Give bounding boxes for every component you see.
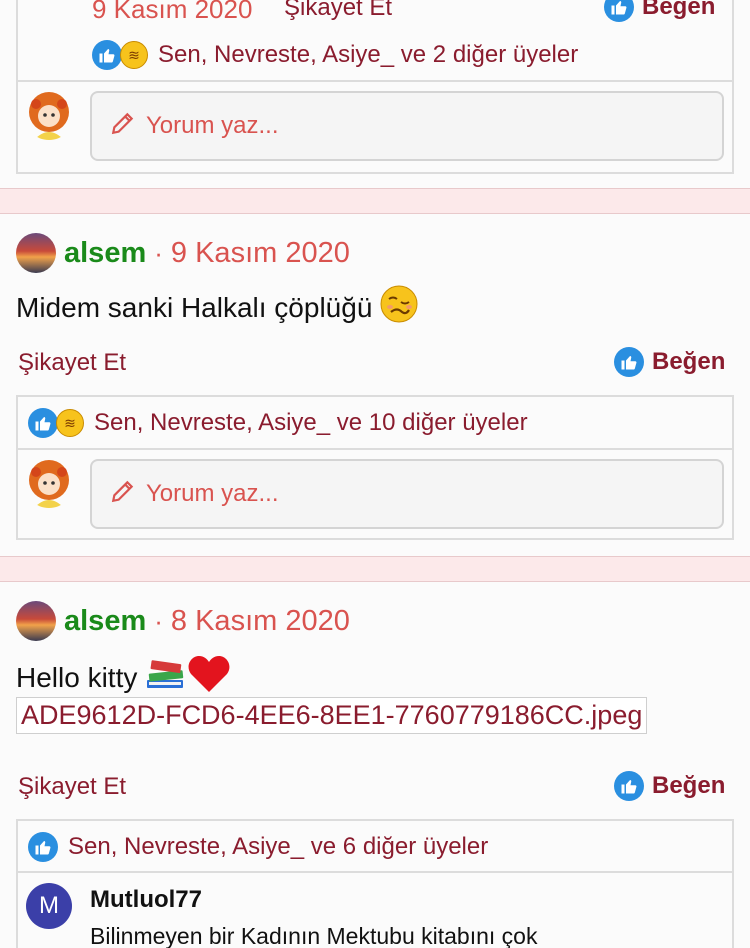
comment-placeholder: Yorum yaz... <box>146 480 279 507</box>
likers-text: Sen, Nevreste, Asiye_ ve 2 diğer üyeler <box>158 41 579 68</box>
author-name[interactable]: alsem <box>64 237 146 270</box>
post-body: Midem sanki Halkalı çöplüğü <box>16 285 418 330</box>
like-label: Beğen <box>652 348 726 375</box>
laughing-face-icon: ≋ <box>120 41 148 69</box>
thumbs-up-icon <box>92 40 122 70</box>
author-avatar[interactable] <box>16 233 56 273</box>
current-user-avatar <box>24 458 74 508</box>
likers-divider <box>18 448 732 450</box>
post-text: Hello kitty <box>16 661 138 693</box>
current-user-avatar <box>24 90 74 140</box>
post-separator <box>0 188 750 214</box>
commenter-avatar[interactable]: M <box>26 883 72 929</box>
post-date[interactable]: 8 Kasım 2020 <box>171 605 350 638</box>
post-separator <box>0 556 750 582</box>
like-label: Beğen <box>642 0 716 20</box>
woozy-face-icon <box>380 285 418 330</box>
post-date: 9 Kasım 2020 <box>92 0 253 24</box>
post-header: alsem · 9 Kasım 2020 <box>16 233 350 273</box>
thumbs-up-icon <box>604 0 634 22</box>
thumbs-up-icon <box>28 408 58 438</box>
post-text: Midem sanki Halkalı çöplüğü <box>16 291 373 323</box>
like-button[interactable]: Beğen <box>614 771 725 801</box>
likers-divider <box>18 80 732 82</box>
comment-input[interactable]: Yorum yaz... <box>90 459 724 529</box>
thumbs-up-icon <box>614 771 644 801</box>
post-date[interactable]: 9 Kasım 2020 <box>171 237 350 270</box>
commenter-name[interactable]: Mutluol77 <box>90 886 202 914</box>
likers-row[interactable]: ≋ Sen, Nevreste, Asiye_ ve 10 diğer üyel… <box>28 408 528 438</box>
pencil-icon <box>110 110 136 143</box>
likers-text: Sen, Nevreste, Asiye_ ve 6 diğer üyeler <box>68 833 489 860</box>
dot-separator: · <box>154 605 163 636</box>
comment-input[interactable]: Yorum yaz... <box>90 91 724 161</box>
thumbs-up-icon <box>614 347 644 377</box>
thumbs-up-icon <box>28 832 58 862</box>
attachment-link[interactable]: ADE9612D-FCD6-4EE6-8EE1-7760779186CC.jpe… <box>16 697 648 734</box>
heart-icon <box>187 654 231 701</box>
books-icon <box>145 654 187 701</box>
laughing-face-icon: ≋ <box>56 409 84 437</box>
report-button[interactable]: Şikayet Et <box>284 0 392 22</box>
likers-text: Sen, Nevreste, Asiye_ ve 10 diğer üyeler <box>94 409 528 436</box>
dot-separator: · <box>154 237 163 268</box>
report-button[interactable]: Şikayet Et <box>18 773 126 801</box>
report-button[interactable]: Şikayet Et <box>18 349 126 377</box>
likers-row[interactable]: Sen, Nevreste, Asiye_ ve 6 diğer üyeler <box>28 832 488 862</box>
likers-divider <box>18 871 732 873</box>
author-avatar[interactable] <box>16 601 56 641</box>
like-button[interactable]: Beğen <box>614 347 725 377</box>
post-header: alsem · 8 Kasım 2020 <box>16 601 350 641</box>
post-body: Hello kitty <box>16 654 231 701</box>
author-name[interactable]: alsem <box>64 605 146 638</box>
comment-placeholder: Yorum yaz... <box>146 112 279 139</box>
likers-row[interactable]: ≋ Sen, Nevreste, Asiye_ ve 2 diğer üyele… <box>92 40 578 70</box>
pencil-icon <box>110 478 136 511</box>
comment-text: Bilinmeyen bir Kadının Mektubu kitabını … <box>90 923 538 948</box>
like-button[interactable]: Beğen <box>604 0 715 22</box>
like-label: Beğen <box>652 772 726 799</box>
